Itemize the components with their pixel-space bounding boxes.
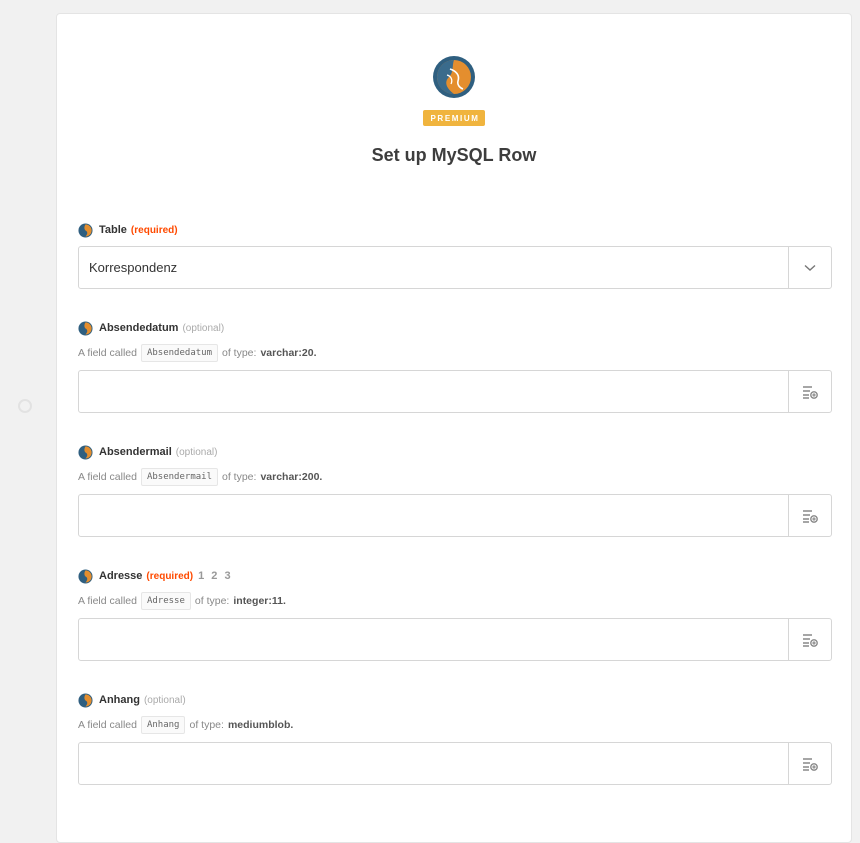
field-name: Anhang	[99, 694, 140, 706]
absendedatum-input[interactable]	[79, 371, 788, 412]
help-mid: of type:	[194, 595, 230, 607]
adresse-input-box	[78, 618, 832, 661]
anhang-input-box	[78, 742, 832, 785]
mysql-logo-icon	[78, 692, 93, 708]
field-type: mediumblob.	[227, 719, 294, 731]
field-label: Absendermail (optional)	[78, 444, 832, 460]
field-name: Absendedatum	[99, 322, 179, 334]
insert-data-icon	[803, 757, 818, 771]
field-absendermail: Absendermail (optional) A field called A…	[78, 444, 832, 537]
insert-data-button[interactable]	[788, 371, 831, 412]
insert-data-button[interactable]	[788, 619, 831, 660]
help-mid: of type:	[189, 719, 224, 731]
help-prefix: A field called	[78, 595, 137, 607]
field-code: Absendedatum	[140, 344, 218, 362]
table-select-value: Korrespondenz	[89, 260, 178, 275]
premium-badge: PREMIUM	[422, 110, 486, 126]
field-help: A field called Absendermail of type: var…	[78, 468, 832, 486]
mysql-logo-icon	[78, 320, 93, 336]
help-prefix: A field called	[78, 347, 137, 359]
field-name: Adresse	[99, 570, 143, 582]
insert-data-icon	[803, 385, 818, 399]
dropdown-button[interactable]	[788, 247, 831, 288]
field-code: Anhang	[140, 716, 186, 734]
required-tag: (required)	[130, 224, 178, 236]
field-code: Absendermail	[140, 468, 218, 486]
page-title: Set up MySQL Row	[371, 145, 537, 165]
field-name: Table	[99, 224, 127, 236]
absendermail-input-box	[78, 494, 832, 537]
field-label: Adresse (required) 1 2 3	[78, 568, 832, 584]
help-mid: of type:	[222, 347, 257, 359]
field-adresse: Adresse (required) 1 2 3 A field called …	[78, 568, 832, 661]
field-name: Absendermail	[99, 446, 172, 458]
insert-data-icon	[803, 633, 818, 647]
required-tag: (required)	[146, 570, 194, 582]
optional-tag: (optional)	[182, 322, 225, 334]
field-numbers: 1 2 3	[198, 570, 233, 582]
optional-tag: (optional)	[143, 694, 186, 706]
panel-header: PREMIUM Set up MySQL Row	[57, 14, 851, 166]
chevron-down-icon	[804, 264, 816, 271]
insert-data-button[interactable]	[788, 495, 831, 536]
field-anhang: Anhang (optional) A field called Anhang …	[78, 692, 832, 785]
optional-tag: (optional)	[175, 446, 218, 458]
field-table: Table (required) Korrespondenz	[78, 222, 832, 289]
mysql-logo-icon	[433, 56, 475, 98]
anhang-input[interactable]	[79, 743, 788, 784]
mysql-logo-icon	[78, 568, 93, 584]
adresse-input[interactable]	[79, 619, 788, 660]
background-dot	[18, 399, 32, 413]
help-mid: of type:	[222, 471, 257, 483]
help-prefix: A field called	[78, 719, 137, 731]
fields-list: Table (required) Korrespondenz Absendeda…	[78, 222, 832, 785]
field-type: varchar:200.	[260, 471, 323, 483]
field-help: A field called Absendedatum of type: var…	[78, 344, 832, 362]
help-prefix: A field called	[78, 471, 137, 483]
setup-panel: PREMIUM Set up MySQL Row Table (required…	[56, 13, 852, 843]
field-help: A field called Adresse of type: integer:…	[78, 592, 832, 610]
insert-data-button[interactable]	[788, 743, 831, 784]
absendedatum-input-box	[78, 370, 832, 413]
mysql-logo-icon	[78, 222, 93, 238]
table-select[interactable]: Korrespondenz	[78, 246, 832, 289]
field-type: varchar:20.	[260, 347, 317, 359]
field-label: Absendedatum (optional)	[78, 320, 832, 336]
insert-data-icon	[803, 509, 818, 523]
field-help: A field called Anhang of type: mediumblo…	[78, 716, 832, 734]
field-type: integer:11.	[233, 595, 286, 607]
absendermail-input[interactable]	[79, 495, 788, 536]
field-code: Adresse	[140, 592, 191, 610]
mysql-logo-icon	[78, 444, 93, 460]
field-label: Anhang (optional)	[78, 692, 832, 708]
field-absendedatum: Absendedatum (optional) A field called A…	[78, 320, 832, 413]
field-label: Table (required)	[78, 222, 832, 238]
